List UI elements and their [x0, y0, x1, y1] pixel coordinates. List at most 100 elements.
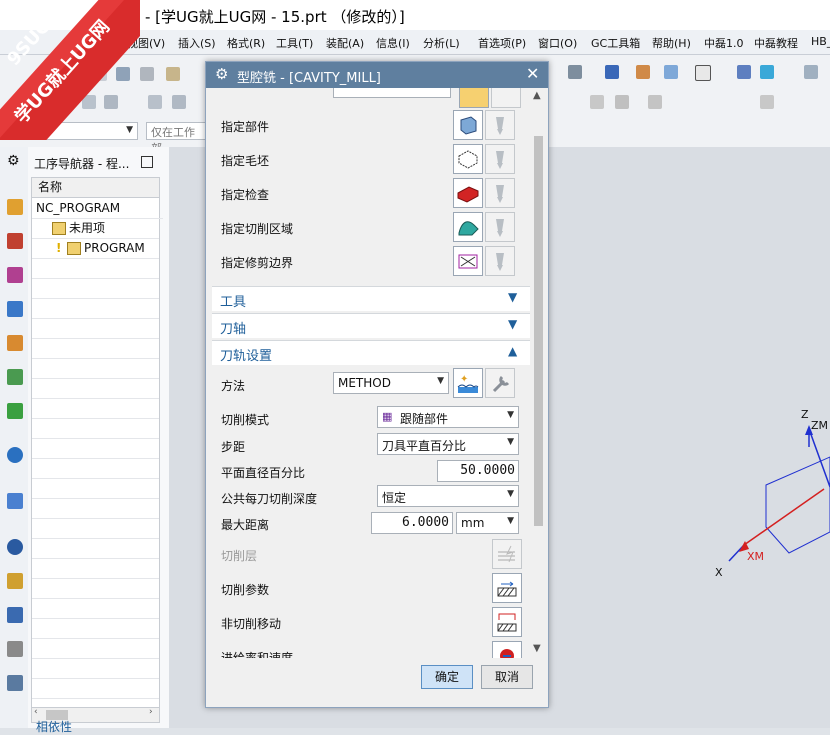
machine-tool-icon[interactable]: [7, 335, 23, 351]
simulate-icon[interactable]: [648, 95, 662, 109]
shading-icon[interactable]: [636, 65, 650, 79]
scroll-left-icon[interactable]: ‹: [34, 707, 38, 717]
history-icon[interactable]: [7, 539, 23, 555]
geometry-select[interactable]: [333, 88, 451, 98]
maximize-icon[interactable]: [141, 156, 153, 168]
table-row: [32, 378, 159, 399]
web-browser-icon[interactable]: [7, 447, 23, 463]
menu-assembly[interactable]: 装配(A): [326, 35, 364, 51]
flat-diameter-percent-input[interactable]: 50.0000: [437, 460, 519, 482]
roles-icon[interactable]: [7, 607, 23, 623]
specify-check-button[interactable]: [453, 178, 483, 208]
scroll-down-icon[interactable]: ▼: [533, 643, 541, 654]
column-header-name[interactable]: 名称: [32, 178, 159, 198]
cut-pattern-select[interactable]: ▦ 跟随部件 ▼: [377, 406, 519, 428]
method-new-button[interactable]: ✦: [453, 368, 483, 398]
render-icon[interactable]: [568, 65, 582, 79]
cutting-parameters-button[interactable]: [492, 573, 522, 603]
part-nav-icon[interactable]: [7, 267, 23, 283]
geometry-edit-icon[interactable]: [491, 88, 521, 108]
section-axis-label: 刀轴: [220, 322, 247, 337]
tree-row-unused[interactable]: 未用项: [32, 218, 159, 239]
max-distance-unit-select[interactable]: mm ▼: [456, 512, 519, 534]
display-cut-area-button[interactable]: [485, 212, 515, 242]
scroll-thumb[interactable]: [534, 136, 543, 526]
feeds-speeds-button[interactable]: [492, 641, 522, 658]
system-material-icon[interactable]: [7, 573, 23, 589]
snap-icon[interactable]: [804, 65, 818, 79]
section-path-settings[interactable]: 刀轨设置 ▲: [212, 340, 530, 365]
non-cutting-moves-button[interactable]: [492, 607, 522, 637]
menu-analysis[interactable]: 分析(L): [423, 35, 460, 51]
layer-icon[interactable]: [664, 65, 678, 79]
max-distance-input[interactable]: 6.0000: [371, 512, 453, 534]
menu-preferences[interactable]: 首选项(P): [478, 35, 526, 51]
x-label: X: [715, 566, 723, 579]
method-label: 方法: [221, 379, 246, 393]
menu-zhonglei-tutorial[interactable]: 中磊教程: [754, 35, 798, 51]
section-tool[interactable]: 工具 ▼: [212, 286, 530, 311]
method-select[interactable]: METHOD ▼: [333, 372, 449, 394]
edit-icon[interactable]: [148, 95, 162, 109]
stepover-select[interactable]: 刀具平直百分比 ▼: [377, 433, 519, 455]
menu-help[interactable]: 帮助(H): [652, 35, 691, 51]
menu-gc-toolbox[interactable]: GC工具箱: [591, 35, 640, 51]
constraint-nav-icon[interactable]: [7, 233, 23, 249]
flat-diameter-percent-label: 平面直径百分比: [221, 466, 306, 480]
specify-cut-area-button[interactable]: [453, 212, 483, 242]
toolpath-icon[interactable]: [590, 95, 604, 109]
cut-icon[interactable]: [166, 67, 180, 81]
cancel-button[interactable]: 取消: [481, 665, 533, 689]
operation-nav-icon[interactable]: [7, 301, 23, 317]
print-icon[interactable]: [140, 67, 154, 81]
display-part-button[interactable]: [485, 110, 515, 140]
filter-scope-combo[interactable]: 仅在工作部: [146, 122, 208, 155]
move-icon[interactable]: [172, 95, 186, 109]
specify-part-button[interactable]: [453, 110, 483, 140]
menu-tools[interactable]: 工具(T): [276, 35, 313, 51]
dependencies-panel[interactable]: 相依性: [36, 718, 72, 735]
dialog-vscrollbar[interactable]: ▲ ▼: [530, 88, 547, 658]
hd3d-icon[interactable]: [7, 641, 23, 657]
wcs-icon[interactable]: [737, 65, 751, 79]
method-edit-button[interactable]: [485, 368, 515, 398]
display-blank-button[interactable]: [485, 144, 515, 174]
gear-icon[interactable]: ⚙: [215, 65, 228, 83]
max-distance-label: 最大距离: [221, 518, 270, 532]
menu-hb[interactable]: HB_: [811, 35, 830, 48]
view-orient-icon[interactable]: [605, 65, 619, 79]
tree-row-program[interactable]: ! PROGRAM: [32, 238, 159, 259]
depth-per-cut-select[interactable]: 恒定 ▼: [377, 485, 519, 507]
dialog-title-bar[interactable]: ⚙ 型腔铣 - [CAVITY_MILL] ✕: [206, 62, 548, 88]
scroll-right-icon[interactable]: ›: [149, 707, 153, 717]
menu-info[interactable]: 信息(I): [376, 35, 410, 51]
reuse-library-icon[interactable]: [7, 403, 23, 419]
menu-zhonglei[interactable]: 中磊1.0: [704, 35, 744, 51]
geometry-new-icon[interactable]: [459, 88, 489, 108]
menu-window[interactable]: 窗口(O): [538, 35, 577, 51]
library-icon[interactable]: [7, 369, 23, 385]
scroll-up-icon[interactable]: ▲: [533, 90, 541, 101]
table-row: [32, 358, 159, 379]
specify-blank-button[interactable]: [453, 144, 483, 174]
display-check-button[interactable]: [485, 178, 515, 208]
assembly-nav-icon[interactable]: [7, 199, 23, 215]
background-icon[interactable]: [695, 65, 711, 81]
ok-button[interactable]: 确定: [421, 665, 473, 689]
tree-row-nc-program[interactable]: NC_PROGRAM: [32, 198, 163, 219]
menu-insert[interactable]: 插入(S): [178, 35, 216, 51]
process-studio-icon[interactable]: [7, 493, 23, 509]
post-icon[interactable]: [760, 95, 774, 109]
close-icon[interactable]: ✕: [526, 64, 539, 83]
verify-icon[interactable]: [615, 95, 629, 109]
chevron-down-icon: ▼: [507, 489, 514, 499]
settings-icon[interactable]: ⚙: [7, 153, 23, 169]
display-trim-boundary-button[interactable]: [485, 246, 515, 276]
palette-icon[interactable]: [7, 675, 23, 691]
dialog-body: 指定部件 指定毛坯 指定检查 指定切削区域 指定修剪边界 工具 ▼ 刀轴 ▼ 刀…: [212, 88, 530, 658]
menu-format[interactable]: 格式(R): [227, 35, 265, 51]
section-tool-axis[interactable]: 刀轴 ▼: [212, 313, 530, 338]
xm-label: XM: [747, 550, 765, 563]
specify-trim-boundary-button[interactable]: [453, 246, 483, 276]
selection-icon[interactable]: [760, 65, 774, 79]
